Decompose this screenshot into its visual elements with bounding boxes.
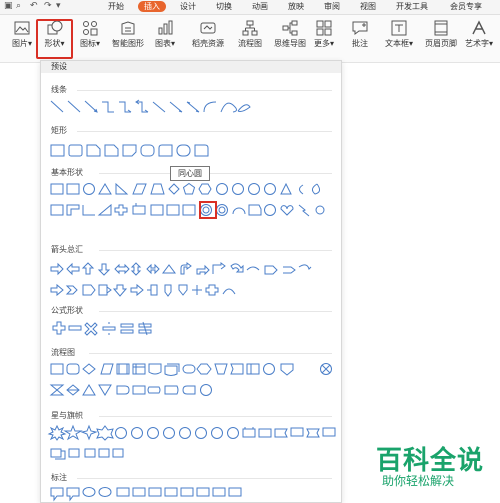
category-divider	[99, 416, 332, 417]
art-text-label: 艺术字▾	[464, 39, 493, 48]
header-footer-button[interactable]: 页眉页脚	[422, 20, 460, 49]
search-icon[interactable]: ⌕	[16, 1, 21, 11]
icon-button[interactable]: 图标▾	[76, 20, 104, 49]
shape-row-rect[interactable]	[41, 143, 341, 159]
picture-label: 图片▾	[11, 39, 32, 48]
category-divider	[89, 353, 332, 354]
title-bar: ▣ ⌕ ↶ ↷ ▾ 开始 插入 设计 切换 动画 放映 审阅 视图 开发工具 会…	[0, 0, 500, 15]
category-stars-label: 星与旗帜	[51, 411, 83, 420]
more-icon	[316, 20, 332, 36]
comment-icon	[352, 21, 368, 35]
category-divider	[77, 90, 332, 91]
textbox-icon	[391, 20, 407, 36]
smart-graphic-label: 智能图形	[112, 39, 144, 48]
comment-label: 批注	[352, 39, 368, 48]
shape-row-lines[interactable]	[41, 99, 341, 115]
mindmap-button[interactable]: 思维导图	[270, 20, 310, 49]
flowchart-button[interactable]: 流程图	[234, 20, 266, 49]
shape-row-arrows[interactable]	[41, 262, 341, 300]
category-callouts-label: 标注	[51, 473, 67, 482]
tab-slideshow[interactable]: 放映	[288, 1, 304, 12]
redo-icon[interactable]: ↷	[44, 1, 52, 11]
header-footer-label: 页眉页脚	[425, 39, 457, 48]
daoke-label: 稻壳资源	[192, 39, 224, 48]
smart-graphic-button[interactable]: 智能图形	[108, 20, 148, 49]
tab-insert[interactable]: 插入	[138, 1, 166, 12]
smart-graphic-icon	[121, 21, 135, 35]
shape-row-stars[interactable]	[41, 424, 341, 465]
flowchart-label: 流程图	[238, 39, 262, 48]
tab-review[interactable]: 审阅	[324, 1, 340, 12]
category-lines-label: 线条	[51, 85, 67, 94]
category-divider	[99, 311, 332, 312]
chart-label: 图表▾	[154, 39, 175, 48]
flowchart-icon	[242, 20, 258, 36]
resources-icon	[200, 22, 216, 34]
category-flow-label: 流程图	[51, 348, 75, 357]
category-arrows-label: 箭头总汇	[51, 245, 83, 254]
shape-dropdown-panel: 预设 线条 矩形 基本形状 箭头总汇 公式形状 流程图 星与旗帜 标注	[40, 60, 342, 503]
mindmap-label: 思维导图	[274, 39, 306, 48]
shape-row-callouts[interactable]	[41, 486, 341, 502]
comment-button[interactable]: 批注	[348, 20, 372, 49]
shape-row-formula[interactable]	[41, 321, 341, 337]
bar-chart-icon	[158, 20, 173, 35]
undo-icon[interactable]: ↶	[30, 1, 38, 11]
tab-animation[interactable]: 动画	[252, 1, 268, 12]
shape-row-basic[interactable]	[41, 182, 341, 222]
tab-developer[interactable]: 开发工具	[396, 1, 428, 12]
tab-view[interactable]: 视图	[360, 1, 376, 12]
tab-design[interactable]: 设计	[180, 1, 196, 12]
more-button[interactable]: 更多▾	[312, 20, 336, 49]
header-footer-icon	[434, 20, 448, 36]
tab-home[interactable]: 开始	[108, 1, 124, 12]
picture-icon	[14, 21, 30, 35]
category-formula-label: 公式形状	[51, 306, 83, 315]
shape-tooltip: 同心圆	[170, 166, 210, 181]
category-divider	[77, 478, 332, 479]
shape-row-flow[interactable]	[41, 362, 341, 402]
textbox-button[interactable]: 文本框▾	[382, 20, 416, 49]
art-text-button[interactable]: 艺术字▾	[462, 20, 496, 49]
textbox-label: 文本框▾	[384, 39, 413, 48]
save-icon[interactable]: ▣	[4, 1, 13, 11]
category-divider	[77, 131, 332, 132]
art-text-icon	[472, 20, 486, 35]
dropdown-icon[interactable]: ▾	[56, 1, 61, 11]
concentric-circle-highlight[interactable]	[199, 201, 217, 219]
category-divider	[99, 250, 332, 251]
category-divider	[99, 173, 332, 174]
category-basic-label: 基本形状	[51, 168, 83, 177]
presets-header: 预设	[41, 61, 341, 73]
picture-button[interactable]: 图片▾	[8, 20, 36, 49]
icon-label: 图标▾	[79, 39, 100, 48]
tab-vip[interactable]: 会员专享	[450, 1, 482, 12]
mindmap-icon	[282, 20, 298, 36]
category-rect-label: 矩形	[51, 126, 67, 135]
watermark-slogan: 助你轻松解决	[382, 474, 455, 488]
icon-gallery-icon	[83, 21, 98, 36]
shape-button-highlight	[36, 19, 73, 59]
tab-transition[interactable]: 切换	[216, 1, 232, 12]
chart-button[interactable]: 图表▾	[150, 20, 180, 49]
daoke-resources-button[interactable]: 稻壳资源	[188, 20, 228, 49]
more-label: 更多▾	[313, 39, 334, 48]
